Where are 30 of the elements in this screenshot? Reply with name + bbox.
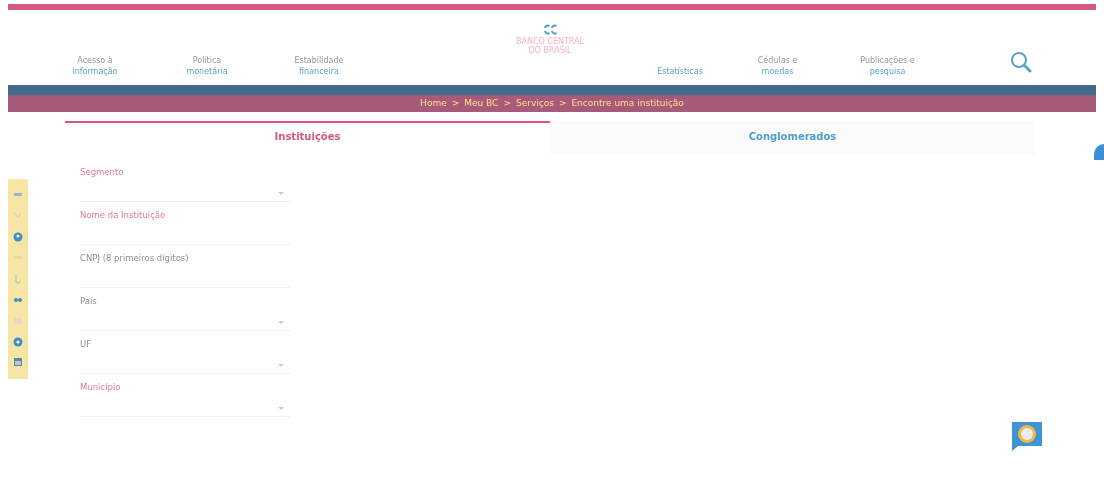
caret-icon <box>278 407 284 410</box>
field-label: Município <box>80 382 122 392</box>
breadcrumb-separator: > <box>503 98 511 108</box>
nav-link[interactable]: Publicações e pesquisa <box>825 55 950 77</box>
caret-icon <box>278 364 284 367</box>
nav-link[interactable]: Acesso à informação <box>39 55 151 77</box>
breadcrumb-link[interactable]: Serviços <box>515 98 554 108</box>
logo-text: BANCO CENTRAL <box>515 37 584 46</box>
nav-link[interactable]: Política monetária <box>151 55 263 77</box>
field-label: Nome da Instituição <box>80 210 167 220</box>
field-label: Segmento <box>80 167 125 177</box>
search-icon[interactable] <box>1010 51 1032 73</box>
box-icon[interactable] <box>13 315 23 326</box>
field-label: País <box>80 296 98 306</box>
logo-subtext: DO BRASIL <box>528 46 572 55</box>
tab[interactable]: Conglomerados <box>550 121 1035 155</box>
breadcrumb-link[interactable]: Encontre uma instituição <box>571 98 684 108</box>
nav-link[interactable]: Estatísticas <box>630 66 730 77</box>
nav-link[interactable]: Estabilidade financeira <box>263 55 375 77</box>
breadcrumb-separator: > <box>451 98 460 108</box>
caret-icon <box>278 192 284 195</box>
breadcrumb-link[interactable]: Home <box>420 98 447 108</box>
breadcrumb-link[interactable]: Meu BC <box>464 98 499 108</box>
nav-link[interactable]: Cédulas e moedas <box>730 55 825 77</box>
field-label: UF <box>80 339 93 349</box>
field-label: CNPJ (8 primeiros dígitos) <box>80 253 190 263</box>
caret-icon <box>278 321 284 324</box>
breadcrumb-separator: > <box>558 98 567 108</box>
circle-icon[interactable] <box>13 336 23 347</box>
window-icon[interactable] <box>13 357 23 368</box>
